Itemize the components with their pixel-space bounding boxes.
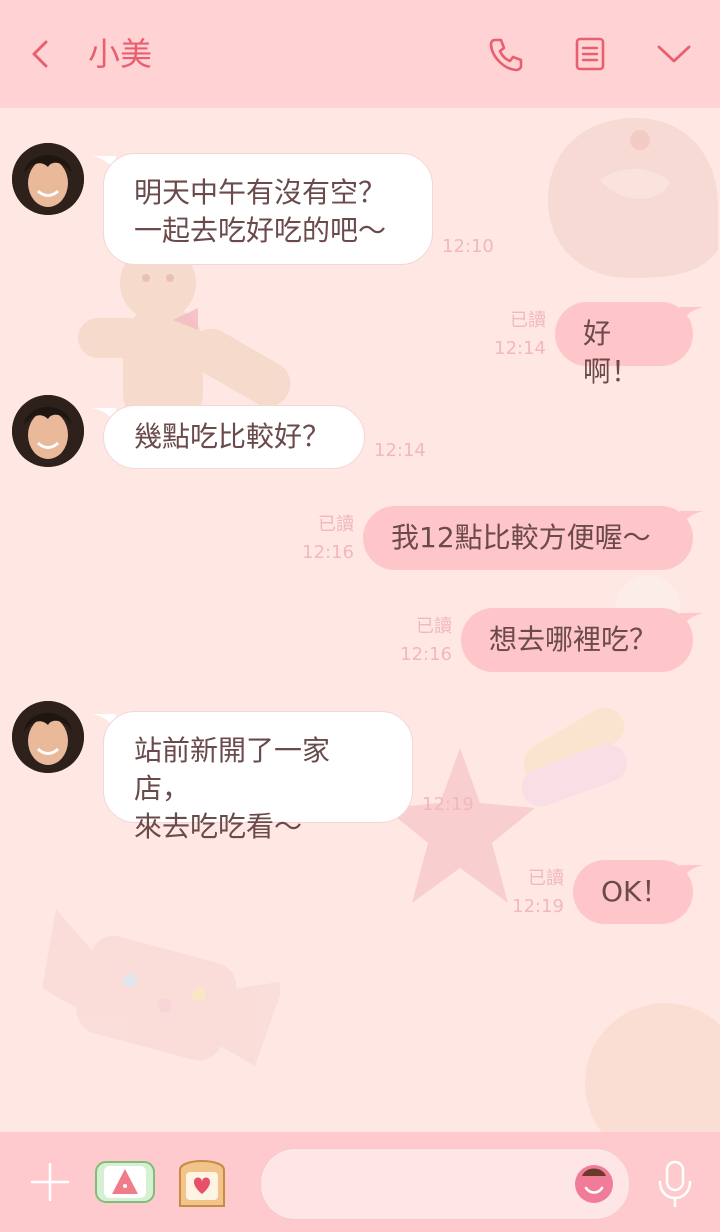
outgoing-message-bubble[interactable]: OK！ — [573, 860, 693, 924]
round-cookie-decoration — [585, 1003, 720, 1132]
bubble-tail — [680, 613, 704, 631]
incoming-message-bubble[interactable]: 明天中午有沒有空？ 一起去吃好吃的吧〜 — [103, 153, 433, 265]
outgoing-message-bubble[interactable]: 想去哪裡吃？ — [461, 608, 693, 672]
plus-icon[interactable] — [28, 1160, 72, 1204]
message-time: 12:14 — [494, 338, 546, 359]
outgoing-message-bubble[interactable]: 好啊！ — [555, 302, 693, 388]
input-bar — [0, 1132, 720, 1232]
bubble-tail — [680, 307, 704, 325]
incoming-message-bubble[interactable]: 站前新開了一家店， 來去吃吃看〜 — [103, 711, 413, 843]
notes-icon[interactable] — [570, 34, 610, 74]
sticker-toast-icon[interactable] — [174, 1152, 230, 1212]
message-time: 12:10 — [442, 236, 494, 257]
bubble-tail — [680, 865, 704, 883]
chat-title: 小美 — [88, 35, 153, 73]
message-text: 一起去吃好吃的吧〜 — [134, 214, 387, 247]
outgoing-message-bubble[interactable]: 我12點比較方便喔〜 — [363, 506, 693, 570]
bubble-tail — [680, 511, 704, 529]
chevron-down-icon[interactable] — [654, 34, 694, 74]
message-time: 12:19 — [512, 896, 564, 917]
read-receipt: 已讀 — [318, 514, 354, 535]
message-text: 我12點比較方便喔〜 — [391, 521, 651, 554]
read-receipt: 已讀 — [510, 310, 546, 331]
message-text: 好啊！ — [583, 317, 640, 388]
back-arrow-icon[interactable] — [26, 34, 58, 74]
message-text: 明天中午有沒有空？ — [134, 176, 387, 209]
message-text: 想去哪裡吃？ — [489, 623, 658, 656]
chat-area[interactable]: 明天中午有沒有空？ 一起去吃好吃的吧〜 12:10 已讀 12:14 好啊！ 幾… — [0, 108, 720, 1132]
message-time: 12:16 — [302, 542, 354, 563]
contact-avatar[interactable] — [12, 143, 84, 215]
candy-cookie-decoration — [41, 909, 280, 1067]
microphone-icon[interactable] — [654, 1158, 696, 1210]
contact-avatar[interactable] — [12, 395, 84, 467]
message-text: OK！ — [601, 875, 670, 908]
read-receipt: 已讀 — [416, 616, 452, 637]
message-time: 12:16 — [400, 644, 452, 665]
donut-cookie-decoration — [548, 118, 718, 278]
emoji-icon[interactable] — [572, 1160, 616, 1204]
message-text: 來去吃吃看〜 — [134, 810, 303, 843]
sticker-strawberry-icon[interactable] — [94, 1156, 156, 1208]
contact-avatar[interactable] — [12, 701, 84, 773]
message-time: 12:14 — [374, 440, 426, 461]
message-text: 幾點吃比較好？ — [134, 420, 331, 453]
message-text: 站前新開了一家店， — [134, 734, 331, 805]
incoming-message-bubble[interactable]: 幾點吃比較好？ — [103, 405, 365, 469]
message-time: 12:19 — [422, 794, 474, 815]
chat-header: 小美 — [0, 0, 720, 108]
read-receipt: 已讀 — [528, 868, 564, 889]
phone-icon[interactable] — [486, 34, 526, 74]
